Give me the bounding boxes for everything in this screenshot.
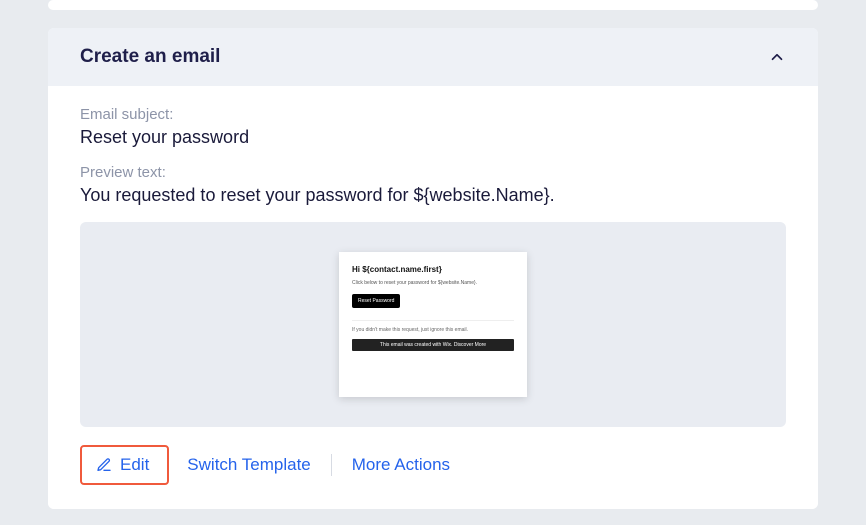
mockup-reset-button: Reset Password — [352, 294, 400, 308]
accordion-header[interactable]: Create an email — [48, 28, 818, 86]
mockup-greeting: Hi ${contact.name.first} — [352, 265, 514, 274]
mockup-footer: This email was created with Wix. Discove… — [352, 339, 514, 351]
actions-row: Edit Switch Template More Actions — [80, 445, 786, 485]
accordion-title: Create an email — [80, 46, 220, 68]
pencil-icon — [96, 457, 112, 473]
chevron-up-icon — [768, 48, 786, 66]
email-subject-value: Reset your password — [80, 127, 786, 148]
edit-button-label: Edit — [120, 455, 149, 475]
preview-text-label: Preview text: — [80, 164, 786, 181]
mockup-subtext: If you didn't make this request, just ig… — [352, 327, 514, 333]
create-email-panel: Create an email Email subject: Reset you… — [48, 28, 818, 509]
email-mockup: Hi ${contact.name.first} Click below to … — [339, 252, 527, 397]
switch-template-button[interactable]: Switch Template — [169, 445, 328, 485]
accordion-body: Email subject: Reset your password Previ… — [48, 86, 818, 509]
more-actions-button[interactable]: More Actions — [334, 445, 468, 485]
previous-section-edge — [48, 0, 818, 10]
action-divider — [331, 454, 332, 476]
mockup-divider — [352, 320, 514, 321]
email-subject-label: Email subject: — [80, 106, 786, 123]
mockup-line: Click below to reset your password for $… — [352, 280, 514, 286]
edit-button[interactable]: Edit — [80, 445, 169, 485]
email-preview-area: Hi ${contact.name.first} Click below to … — [80, 222, 786, 427]
preview-text-value: You requested to reset your password for… — [80, 185, 786, 206]
